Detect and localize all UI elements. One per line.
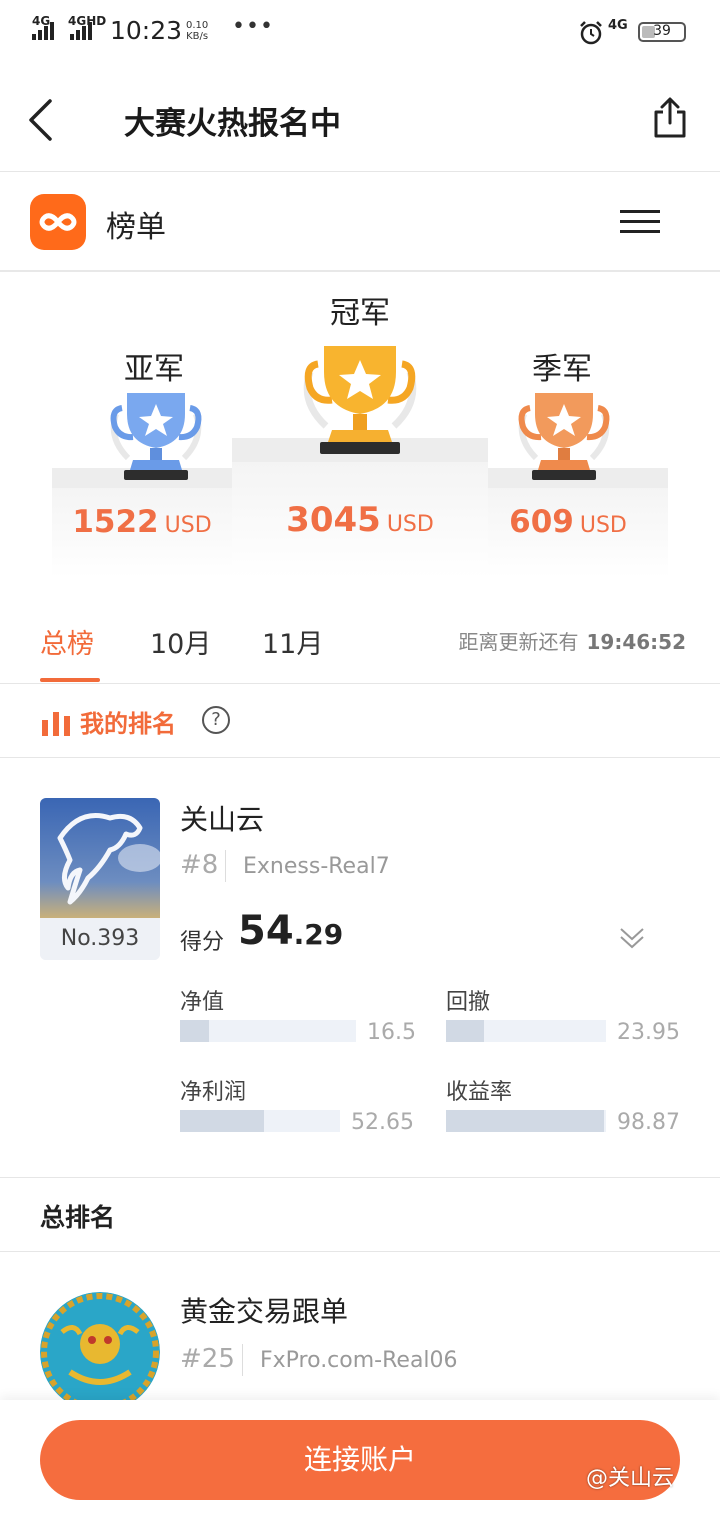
user-avatar-image [40, 798, 160, 918]
network-speed-value: 0.10 [186, 20, 209, 31]
third-place-prize-amount: 609 [509, 504, 574, 540]
metric-return-rate-bar [446, 1110, 606, 1132]
runner-up-prize: 1522 USD [52, 504, 232, 540]
metric-net-profit-label: 净利润 [180, 1080, 247, 1105]
runner-up-label: 亚军 [124, 352, 184, 387]
more-notifications-icon: ••• [232, 14, 274, 39]
metric-drawdown-fill [446, 1020, 485, 1042]
bar-chart-icon [42, 712, 70, 736]
bottom-action-bar: 连接账户 @关山云 [0, 1400, 720, 1520]
leaderboard-title: 榜单 [106, 210, 166, 245]
leaderboard-header: 榜单 [0, 172, 720, 272]
status-bar: 4G 4GHD 10:23 0.10 KB/s ••• 4G 39 [0, 0, 720, 64]
metric-return-rate: 98.87 [617, 1110, 680, 1135]
metric-drawdown-bar [446, 1020, 606, 1042]
network-label-1: 4G [32, 14, 51, 28]
watermark: @关山云 [586, 1466, 675, 1491]
hamburger-menu-icon[interactable] [620, 210, 660, 234]
divider [225, 850, 226, 882]
avatar: No.393 [40, 798, 160, 960]
network-label-3: 4G [608, 18, 628, 33]
score-value: 54.29 [238, 908, 343, 954]
gold-trophy-icon [303, 346, 417, 454]
double-chevron-down-icon[interactable] [618, 924, 646, 952]
connect-account-button[interactable]: 连接账户 [40, 1420, 680, 1500]
my-ranking-card[interactable]: No.393 关山云 #8 Exness-Real7 得分 54.29 净值 1… [0, 758, 720, 1178]
question-circle-icon[interactable]: ? [202, 706, 230, 734]
user-name: 关山云 [180, 803, 265, 836]
silver-trophy-icon [110, 393, 202, 480]
podium: 冠军 亚军 季军 1522 USD 3045 USD 609 USD [0, 272, 720, 592]
page-title: 大赛火热报名中 [124, 106, 341, 142]
tab-overall[interactable]: 总榜 [40, 622, 94, 661]
user-number: No.393 [40, 918, 160, 960]
metric-net-value-bar [180, 1020, 356, 1042]
period-tabs: 总榜 10月 11月 距离更新还有 19:46:52 [0, 592, 720, 684]
tab-october[interactable]: 10月 [150, 622, 211, 661]
metric-drawdown: 23.95 [617, 1020, 680, 1045]
third-place-prize: 609 USD [478, 504, 658, 540]
runner-up-prize-amount: 1522 [72, 504, 159, 540]
metric-net-value: 16.5 [367, 1020, 416, 1045]
avatar [40, 1292, 160, 1412]
total-ranking-title: 总排名 [40, 1203, 116, 1232]
metric-drawdown-label: 回撤 [446, 990, 491, 1015]
metric-return-rate-fill [446, 1110, 605, 1132]
alarm-icon [580, 21, 602, 45]
champion-prize-unit: USD [386, 512, 434, 537]
champion-prize: 3045 USD [232, 500, 488, 540]
third-place-prize-unit: USD [579, 513, 627, 538]
my-ranking-title: 我的排名 [80, 710, 176, 738]
champion-prize-amount: 3045 [286, 500, 381, 540]
third-place-label: 季军 [532, 352, 592, 387]
battery-level: 39 [653, 23, 671, 39]
total-ranking-header: 总排名 [0, 1178, 720, 1252]
runner-up-prize-unit: USD [164, 513, 212, 538]
score-label: 得分 [180, 930, 225, 955]
update-countdown: 距离更新还有 19:46:52 [459, 626, 687, 655]
champion-label: 冠军 [330, 296, 390, 331]
list-item-rank: #25 [180, 1344, 235, 1374]
divider [242, 1344, 243, 1376]
metric-net-value-fill [180, 1020, 210, 1042]
metric-net-profit-bar [180, 1110, 340, 1132]
share-icon[interactable] [650, 96, 690, 140]
battery-icon: 39 [638, 22, 686, 42]
metric-net-profit: 52.65 [351, 1110, 414, 1135]
metric-net-value-label: 净值 [180, 990, 225, 1015]
bronze-trophy-icon [518, 393, 610, 480]
nav-bar: 大赛火热报名中 [0, 64, 720, 172]
network-speed: 0.10 KB/s [186, 20, 208, 42]
user-account: Exness-Real7 [243, 854, 390, 879]
app-logo-icon [30, 194, 86, 250]
list-item-name: 黄金交易跟单 [180, 1295, 349, 1328]
clock: 10:23 [110, 16, 183, 45]
network-speed-unit: KB/s [186, 31, 209, 42]
countdown-time: 19:46:52 [586, 630, 687, 654]
tab-november[interactable]: 11月 [262, 622, 323, 661]
dragon-avatar-image [40, 1292, 160, 1412]
chevron-left-icon[interactable] [26, 98, 56, 142]
ranking-list-item[interactable]: 黄金交易跟单 #25 FxPro.com-Real06 [0, 1252, 720, 1412]
metric-return-rate-label: 收益率 [446, 1080, 513, 1105]
my-ranking-header: 我的排名 ? [0, 684, 720, 758]
list-item-account: FxPro.com-Real06 [260, 1348, 458, 1373]
score-dec: .29 [293, 918, 344, 951]
score-int: 54 [238, 908, 294, 954]
network-label-2: 4GHD [68, 14, 107, 28]
user-rank: #8 [180, 850, 219, 880]
metric-net-profit-fill [180, 1110, 265, 1132]
active-tab-indicator [40, 678, 100, 682]
countdown-label: 距离更新还有 [458, 630, 579, 654]
